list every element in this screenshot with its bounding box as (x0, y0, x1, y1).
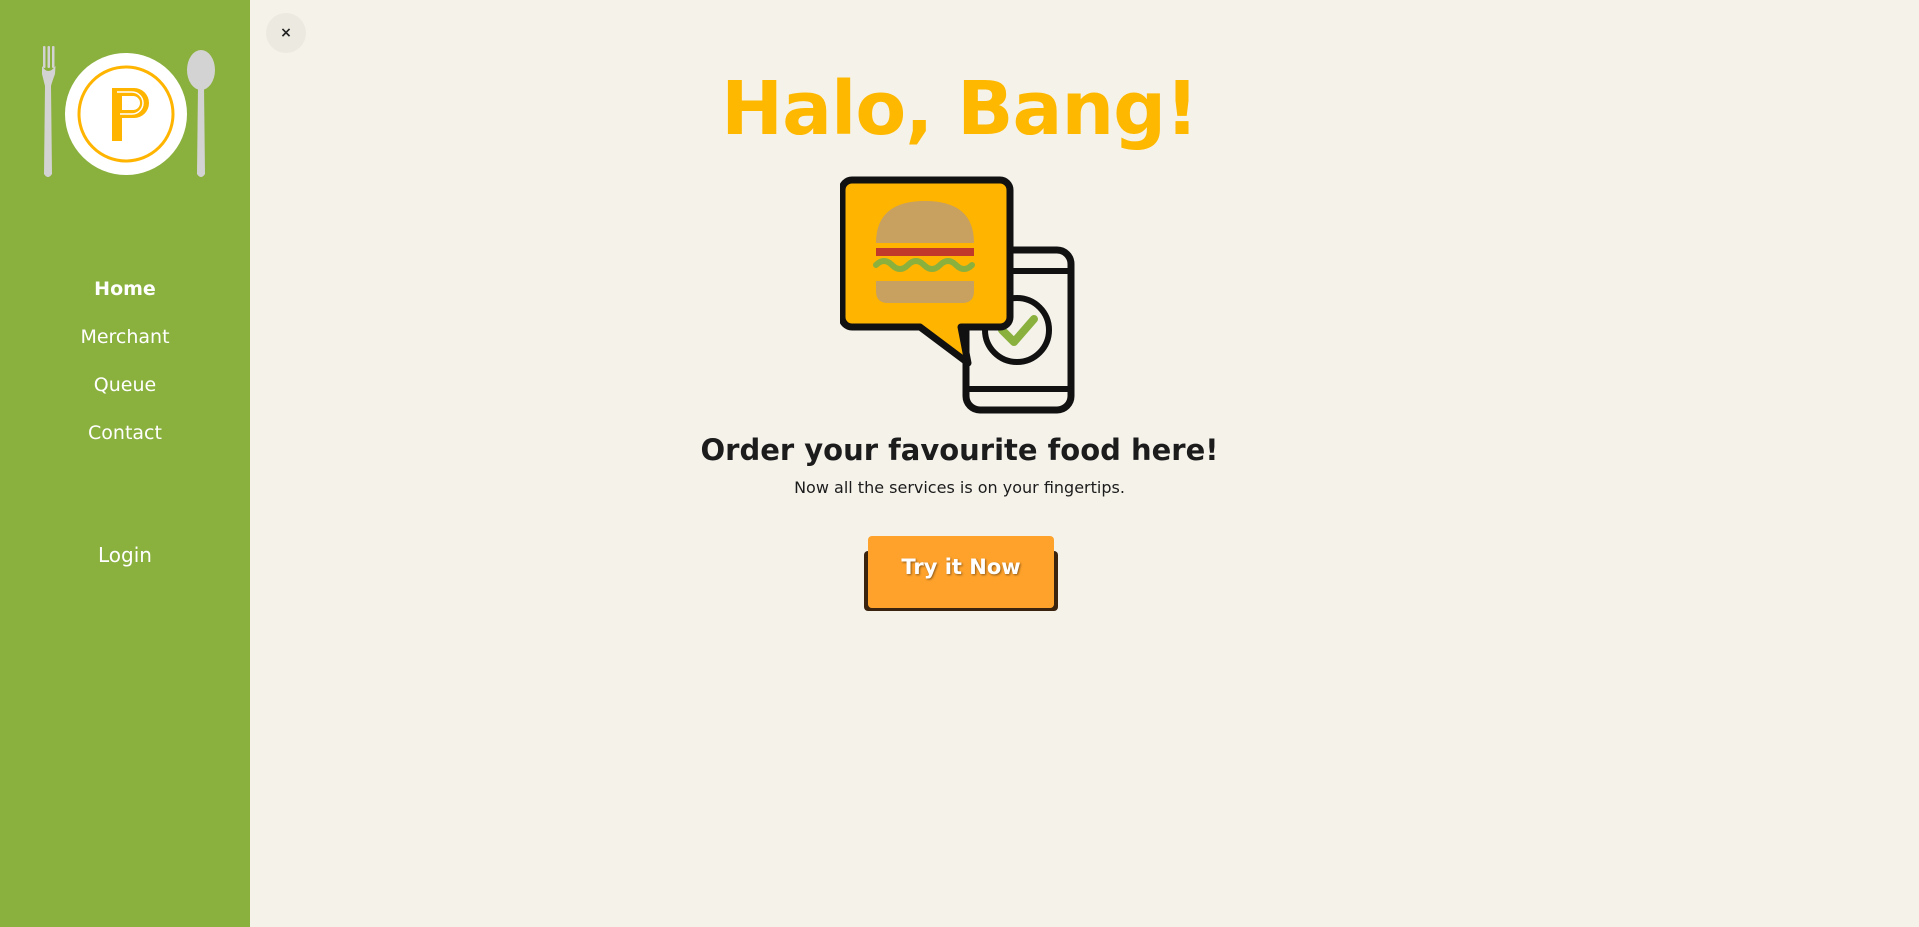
cta-container: Try it Now (864, 536, 1058, 626)
plate-fork-spoon-logo-icon[interactable] (40, 46, 220, 181)
main-content: Halo, Bang! Order your favourite food he… (250, 0, 1919, 927)
nav-item-queue[interactable]: Queue (0, 366, 250, 414)
nav-item-contact[interactable]: Contact (0, 414, 250, 462)
nav-item-merchant[interactable]: Merchant (0, 318, 250, 366)
sidebar: Home Merchant Queue Contact Login (0, 0, 250, 927)
login-link[interactable]: Login (0, 543, 250, 567)
nav-item-home[interactable]: Home (0, 270, 250, 318)
main-nav: Home Merchant Queue Contact (0, 270, 250, 462)
try-it-now-button[interactable]: Try it Now (868, 536, 1054, 608)
hero-tagline: Now all the services is on your fingerti… (794, 478, 1125, 497)
burger-chat-phone-check-icon (840, 176, 1075, 414)
hero-title: Halo, Bang! (721, 66, 1199, 152)
hero-subtitle: Order your favourite food here! (700, 433, 1219, 467)
